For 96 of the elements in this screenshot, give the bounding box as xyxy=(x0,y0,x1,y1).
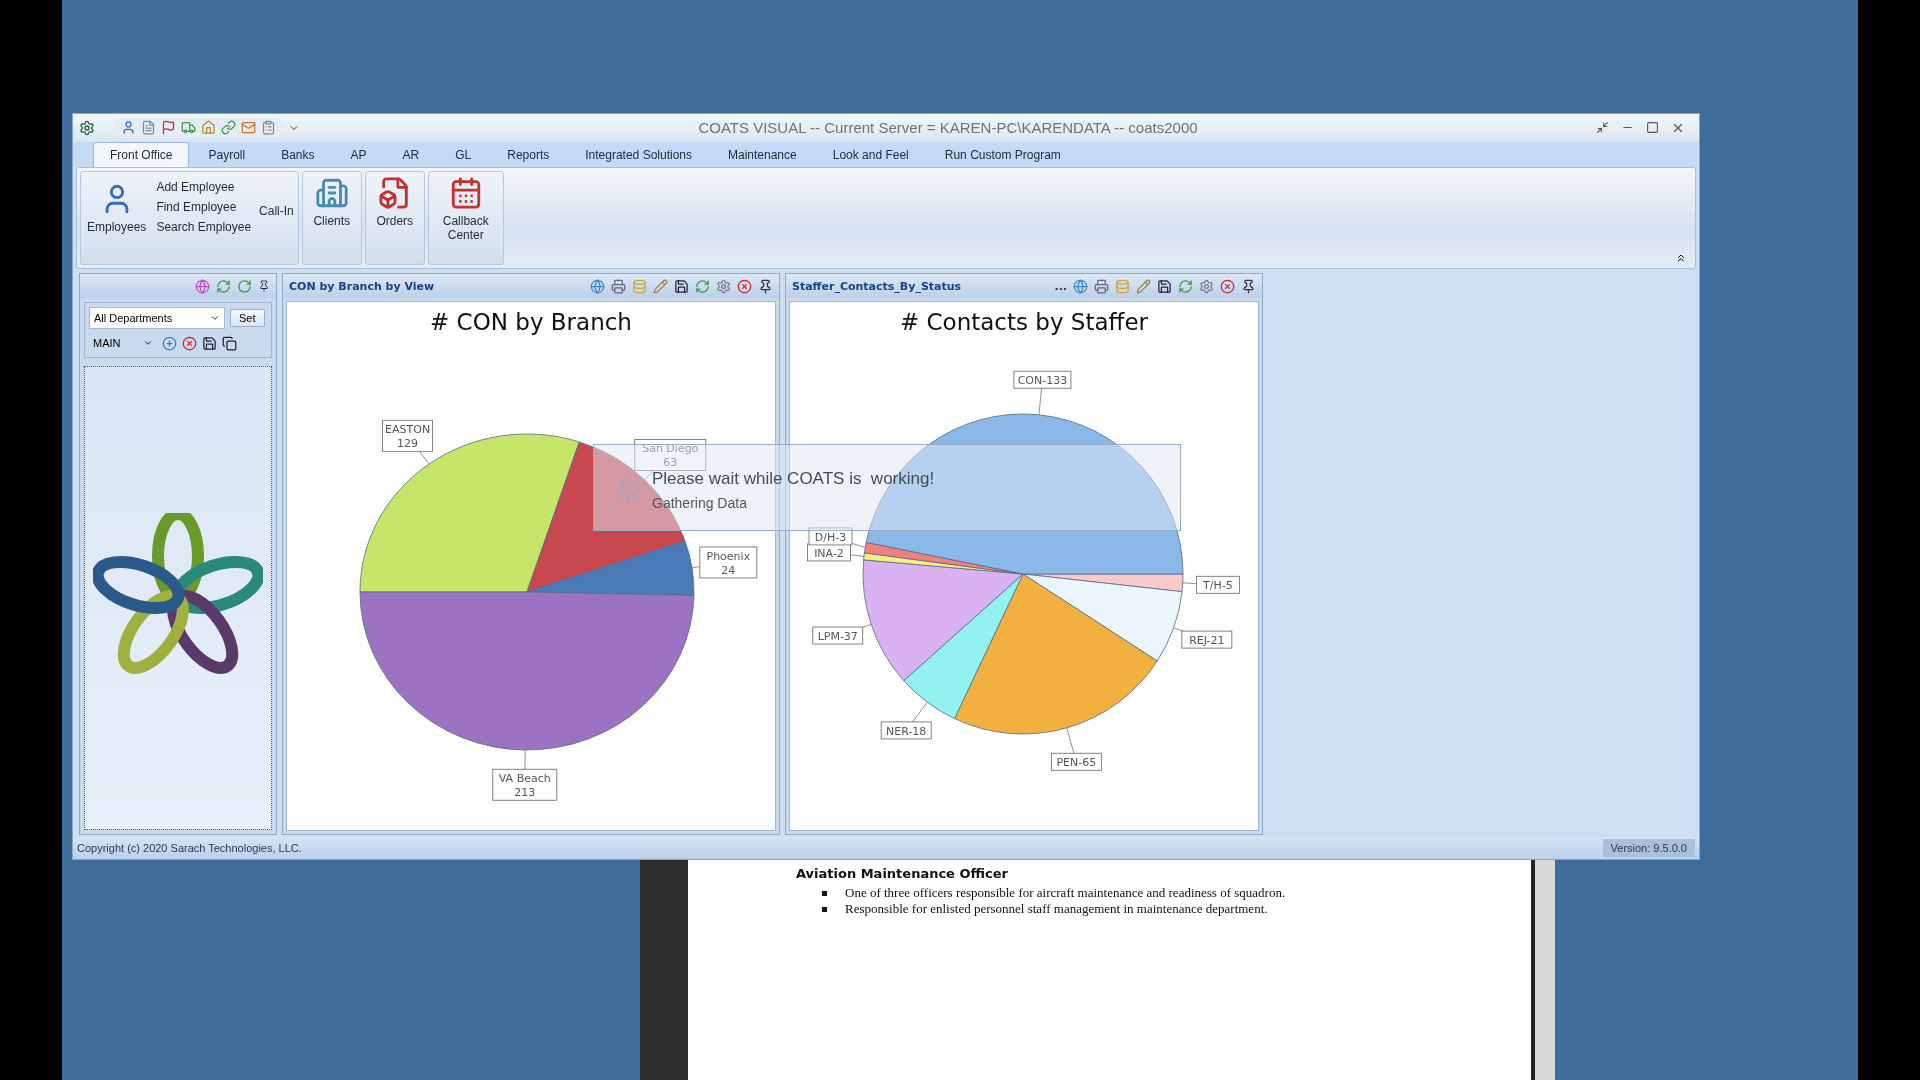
restore-icon[interactable] xyxy=(1596,120,1609,134)
document-icon[interactable] xyxy=(141,120,156,136)
flag-icon[interactable] xyxy=(161,120,176,136)
ribbon-tab[interactable]: Front Office xyxy=(93,142,190,168)
reload-icon[interactable] xyxy=(237,278,252,294)
data-label: 213 xyxy=(514,786,536,800)
window-title: COATS VISUAL -- Current Server = KAREN-PC\KARENDATA -- coats2000 xyxy=(697,119,1199,137)
ribbon-link[interactable]: Add Employee xyxy=(156,180,252,195)
refresh-icon[interactable] xyxy=(216,278,231,294)
slice-label: REJ-21 xyxy=(1189,634,1225,648)
data-label: 63 xyxy=(663,456,678,470)
slice-label: NER-18 xyxy=(886,725,927,739)
data-label: PEN-65 xyxy=(1050,727,1102,772)
bullet-text: One of three officers responsible for aircraft maintenance and readiness of squadron. xyxy=(845,885,1286,901)
slice-label: PEN-65 xyxy=(1056,756,1097,770)
data-label: NER-18 xyxy=(880,702,932,740)
user-icon[interactable] xyxy=(121,120,136,136)
document-heading: Aviation Maintenance Officer xyxy=(796,866,1009,881)
copyright-text: Copyright (c) 2020 Sarach Technologies, LLC. xyxy=(77,842,302,855)
pencil-icon[interactable] xyxy=(1136,278,1151,294)
slice-label: LPM-37 xyxy=(817,630,858,644)
ribbon-tab[interactable]: Look and Feel xyxy=(815,142,926,168)
printer-icon[interactable] xyxy=(1094,278,1109,294)
close-icon[interactable] xyxy=(737,278,752,294)
department-dropdown[interactable]: All Departments xyxy=(89,307,225,330)
delete-icon[interactable] xyxy=(182,335,197,351)
ribbon-tab[interactable]: Integrated Solutions xyxy=(568,142,709,168)
close-icon[interactable] xyxy=(1220,278,1235,294)
clipboard-icon[interactable] xyxy=(261,120,276,136)
dropdown-value: MAIN xyxy=(93,337,121,350)
bullet-icon xyxy=(822,890,827,896)
ribbon-link[interactable]: Search Employee xyxy=(156,220,252,235)
settings-icon[interactable] xyxy=(716,278,731,294)
slice-label: D/H-3 xyxy=(814,531,847,545)
refresh-icon[interactable] xyxy=(1178,278,1193,294)
ribbon-tab[interactable]: Banks xyxy=(264,142,332,168)
pencil-icon[interactable] xyxy=(653,278,668,294)
house-icon[interactable] xyxy=(201,120,216,136)
ribbon-link[interactable]: Call-In xyxy=(259,174,294,219)
save-icon[interactable] xyxy=(202,335,217,351)
overflow-menu[interactable]: ... xyxy=(1054,279,1067,293)
add-icon[interactable] xyxy=(162,335,177,351)
slice-label: INA-2 xyxy=(814,547,844,561)
printer-icon[interactable] xyxy=(611,278,626,294)
wait-detail: Gathering Data xyxy=(652,495,748,511)
app-icon[interactable] xyxy=(79,119,95,136)
dropdown-value: All Departments xyxy=(94,312,173,325)
panel-title: Staffer_Contacts_By_Status xyxy=(792,279,963,293)
set-button[interactable]: Set xyxy=(230,309,265,328)
envelope-icon[interactable] xyxy=(241,120,256,136)
save-icon[interactable] xyxy=(1157,278,1172,294)
bullet-text: Responsible for enlisted personnel staff management in maintenance department. xyxy=(845,901,1268,917)
data-label: 129 xyxy=(397,437,419,451)
truck-icon[interactable] xyxy=(181,120,196,136)
chart-title: # CON by Branch xyxy=(429,308,633,338)
slice-label: VA Beach xyxy=(498,772,551,786)
ribbon-tab[interactable]: Payroll xyxy=(191,142,263,168)
link-icon[interactable] xyxy=(221,120,236,136)
ribbon-link[interactable]: Find Employee xyxy=(156,200,252,215)
chart-title: # Contacts by Staffer xyxy=(898,308,1150,338)
ribbon-tab[interactable]: Run Custom Program xyxy=(927,142,1078,168)
data-label: CON-133 xyxy=(1013,371,1072,416)
collapse-icon[interactable] xyxy=(1675,252,1687,265)
data-label: Phoenix 24 xyxy=(691,546,758,579)
ribbon-tab[interactable]: AR xyxy=(385,142,437,168)
wait-message: Please wait while COATS is working! xyxy=(652,469,935,489)
ribbon-tab[interactable]: GL xyxy=(438,142,489,168)
data-label: T/H-5 xyxy=(1182,576,1240,595)
version-text: Version: 9.5.0.0 xyxy=(1602,839,1695,858)
slice-label: CON-133 xyxy=(1017,374,1068,388)
save-icon[interactable] xyxy=(674,278,689,294)
data-label: VA Beach 213 xyxy=(492,750,558,802)
panel-title: CON by Branch by View xyxy=(289,279,436,293)
settings-icon[interactable] xyxy=(1199,278,1214,294)
data-label: LPM-37 xyxy=(812,624,872,645)
globe-icon[interactable] xyxy=(590,278,605,294)
ribbon-tab[interactable]: Reports xyxy=(490,142,567,168)
data-label: D/H-3 xyxy=(808,527,866,549)
slice-label: Phoenix xyxy=(706,550,751,564)
globe-icon[interactable] xyxy=(1073,278,1088,294)
slice-label: EASTON xyxy=(385,423,431,437)
pin-icon[interactable] xyxy=(258,280,270,293)
data-label: EASTON 129 xyxy=(382,420,433,465)
view-dropdown[interactable]: MAIN xyxy=(89,333,157,354)
ribbon-tab[interactable]: Maintenance xyxy=(711,142,814,168)
spinner-icon xyxy=(616,477,642,503)
pin-icon[interactable] xyxy=(758,278,773,294)
bullet-icon xyxy=(822,906,827,912)
data-label: 24 xyxy=(721,564,736,578)
slice-label: T/H-5 xyxy=(1202,579,1233,593)
maximize-icon[interactable] xyxy=(1646,120,1659,134)
refresh-icon[interactable] xyxy=(695,278,710,294)
data-label: REJ-21 xyxy=(1173,627,1233,649)
ribbon-tab[interactable]: AP xyxy=(333,142,384,168)
pin-icon[interactable] xyxy=(1241,278,1256,294)
ribbon-button[interactable]: Employees xyxy=(85,180,149,235)
